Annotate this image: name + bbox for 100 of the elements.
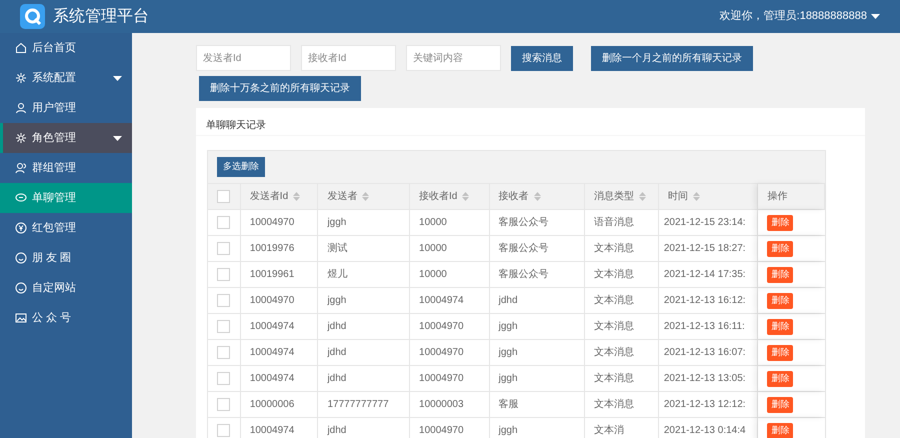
table-cell-text: jggh <box>498 346 518 360</box>
table-cell-text: 10004970 <box>419 346 464 360</box>
table-cell-text: 10004974 <box>419 294 464 308</box>
table-cell-text: 文本消息 <box>594 320 634 334</box>
sidebar-item[interactable]: 用户管理 <box>0 93 132 123</box>
table-cell-text: 10004974 <box>250 346 294 360</box>
table-cell-text: jdhd <box>327 346 346 360</box>
table-cell-text: jggh <box>498 320 518 334</box>
sidebar-item[interactable]: 朋 友 圈 <box>0 243 132 273</box>
image-icon <box>15 312 27 324</box>
multi-delete-button[interactable]: 多选删除 <box>217 157 265 177</box>
table-cell-text: jdhd <box>327 372 346 386</box>
table-cell-text: 10004970 <box>419 320 464 334</box>
table-cell-text: 10000003 <box>419 398 464 412</box>
row-checkbox[interactable] <box>217 294 230 307</box>
table-cell-text: 17777777777 <box>327 398 389 412</box>
column-header[interactable]: 时间 <box>658 184 758 209</box>
table-cell-text: jggh <box>327 294 346 308</box>
column-header[interactable]: 消息类型 <box>585 184 659 209</box>
table-cell-text: 2021-12-13 13:05: <box>664 372 746 386</box>
sort-icon <box>362 192 370 201</box>
users-icon <box>15 162 27 174</box>
row-checkbox[interactable] <box>217 216 230 229</box>
sidebar-item[interactable]: 单聊管理 <box>0 183 132 213</box>
table-cell-text: 文本消息 <box>594 346 634 360</box>
row-checkbox[interactable] <box>217 346 230 359</box>
sidebar-item[interactable]: 红包管理 <box>0 213 132 243</box>
action-button[interactable]: 删除十万条之前的所有聊天记录 <box>199 76 361 101</box>
sidebar-item[interactable]: 群组管理 <box>0 153 132 183</box>
table-cell-text: 测试 <box>327 242 348 256</box>
row-checkbox[interactable] <box>217 372 230 385</box>
table-cell-text: 2021-12-15 18:27: <box>664 242 746 256</box>
table-cell-text: 2021-12-13 16:12: <box>664 294 746 308</box>
table-cell-text: 2021-12-15 23:14: <box>664 216 746 230</box>
sidebar-item[interactable]: 后台首页 <box>0 33 132 63</box>
delete-button[interactable]: 删除 <box>767 266 794 282</box>
table-cell-text: 10019976 <box>250 242 294 256</box>
table-cell-text: 文本消息 <box>594 268 634 282</box>
sort-icon <box>462 192 470 201</box>
table-cell-text: 客服公众号 <box>498 216 549 230</box>
table-cell-text: 文本消息 <box>594 372 634 386</box>
column-header[interactable]: 发送者 <box>318 184 410 209</box>
table-cell-text: 10004970 <box>419 424 464 438</box>
select-all-checkbox[interactable] <box>217 190 230 203</box>
filter-field[interactable]: 接收者Id <box>301 45 396 71</box>
row-checkbox[interactable] <box>217 268 230 281</box>
user-menu[interactable]: 欢迎你，管理员:18888888888 <box>720 8 880 25</box>
column-header[interactable]: 发送者Id <box>240 184 318 209</box>
logo-icon <box>20 4 45 29</box>
sidebar-item[interactable]: 角色管理 <box>0 123 132 153</box>
table-cell-text: 客服 <box>498 398 519 412</box>
smile-icon <box>15 252 27 264</box>
action-button[interactable]: 删除一个月之前的所有聊天记录 <box>591 46 753 70</box>
column-header[interactable]: 接收者Id <box>410 184 490 209</box>
table-cell-text: 10004970 <box>250 216 294 230</box>
table-cell-text: 10000 <box>419 216 447 230</box>
delete-button[interactable]: 删除 <box>767 370 794 386</box>
delete-button[interactable]: 删除 <box>767 240 794 256</box>
table-cell-text: 2021-12-13 0:14:4 <box>664 424 746 438</box>
table-cell-text: jggh <box>498 372 518 386</box>
sidebar-item[interactable]: 系统配置 <box>0 63 132 93</box>
delete-button[interactable]: 删除 <box>767 344 794 360</box>
table-cell-text: 2021-12-13 16:07: <box>664 346 746 360</box>
yen-icon <box>15 222 27 234</box>
table-cell-text: jdhd <box>327 320 346 334</box>
table-cell-text: 煜儿 <box>327 268 348 282</box>
user-icon <box>15 102 27 114</box>
row-checkbox[interactable] <box>217 320 230 333</box>
column-header: 操作 <box>758 184 825 209</box>
delete-button[interactable]: 删除 <box>767 422 794 438</box>
row-checkbox[interactable] <box>217 424 230 437</box>
row-checkbox[interactable] <box>217 398 230 411</box>
filter-field[interactable]: 关键词内容 <box>406 45 501 71</box>
column-header[interactable]: 接收者 <box>490 184 586 209</box>
action-button[interactable]: 搜索消息 <box>511 46 573 70</box>
table-cell-text: 10004974 <box>250 320 294 334</box>
sidebar-item[interactable]: 自定网站 <box>0 273 132 303</box>
row-checkbox[interactable] <box>217 242 230 255</box>
table-cell-text: 10004970 <box>419 372 464 386</box>
table-cell-text: 2021-12-14 17:35: <box>664 268 746 282</box>
table-cell-text: 10004974 <box>250 424 294 438</box>
sort-icon <box>534 192 541 201</box>
table-cell-text: 10019961 <box>250 268 294 282</box>
delete-button[interactable]: 删除 <box>767 396 794 412</box>
caret-icon <box>871 14 880 19</box>
table-cell-text: 文本消息 <box>594 242 634 256</box>
table-cell-text: 10000 <box>419 268 447 282</box>
table-cell-text: jdhd <box>327 424 346 438</box>
delete-button[interactable]: 删除 <box>767 214 794 230</box>
filter-field[interactable]: 发送者Id <box>196 45 291 71</box>
card-title: 单聊聊天记录 <box>206 118 266 133</box>
table-cell-text: 2021-12-13 16:11: <box>664 320 745 334</box>
table-cell-text: 语音消息 <box>594 216 634 230</box>
sidebar-item[interactable]: 公 众 号 <box>0 303 132 333</box>
table-cell-text: 10000006 <box>250 398 294 412</box>
delete-button[interactable]: 删除 <box>767 292 794 308</box>
table-cell-text: 2021-12-13 12:12: <box>664 398 746 412</box>
table-cell-text: 10000 <box>419 242 447 256</box>
chat-icon <box>15 192 27 204</box>
delete-button[interactable]: 删除 <box>767 318 794 334</box>
